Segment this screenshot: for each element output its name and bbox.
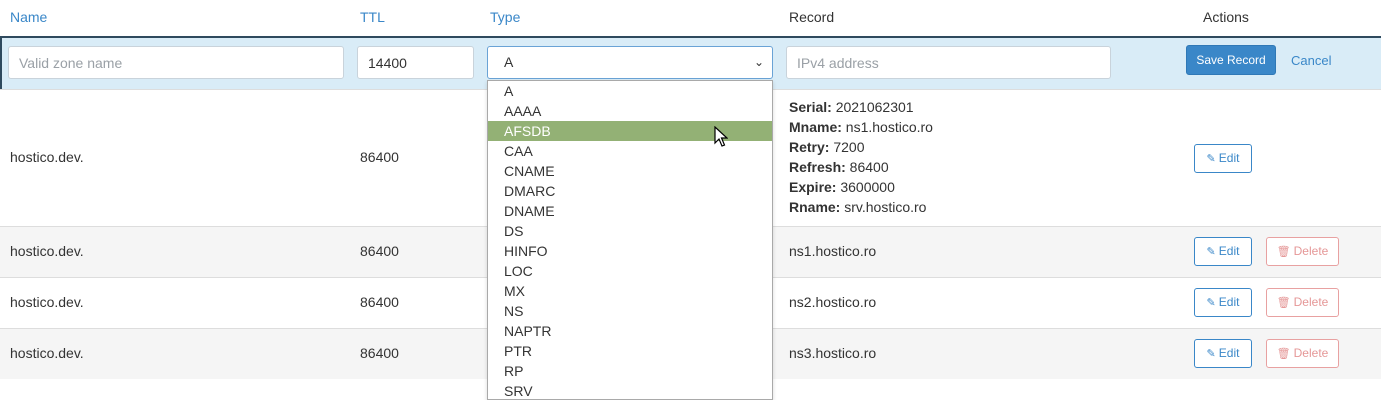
row-record: ns2.hostico.ro <box>789 294 877 310</box>
row-record: ns3.hostico.ro <box>789 345 877 361</box>
ttl-input[interactable] <box>357 46 474 79</box>
delete-button[interactable]: 🗑 Delete <box>1266 339 1339 368</box>
soa-value: 86400 <box>845 159 889 175</box>
soa-record: Serial: 2021062301 Mname: ns1.hostico.ro… <box>789 97 933 217</box>
trash-icon: 🗑 <box>1276 348 1291 360</box>
soa-value: 2021062301 <box>831 99 914 115</box>
type-select[interactable]: A ⌄ <box>487 46 773 79</box>
soa-label: Retry: <box>789 139 830 155</box>
type-option[interactable]: PTR <box>488 341 772 361</box>
mouse-cursor-icon <box>714 126 728 147</box>
edit-label: Edit <box>1218 244 1240 258</box>
type-option[interactable]: NAPTR <box>488 321 772 341</box>
type-option[interactable]: RP <box>488 361 772 381</box>
row-record: ns1.hostico.ro <box>789 243 877 259</box>
pencil-icon: ✎ <box>1206 297 1216 309</box>
row-ttl: 86400 <box>360 294 399 310</box>
row-name: hostico.dev. <box>10 149 84 165</box>
soa-value: ns1.hostico.ro <box>841 119 933 135</box>
delete-label: Delete <box>1293 244 1329 258</box>
type-select-value: A <box>504 54 514 70</box>
edit-button[interactable]: ✎ Edit <box>1194 237 1252 266</box>
record-input[interactable] <box>786 46 1111 79</box>
type-option[interactable]: HINFO <box>488 241 772 261</box>
edit-button[interactable]: ✎ Edit <box>1194 288 1252 317</box>
row-ttl: 86400 <box>360 345 399 361</box>
trash-icon: 🗑 <box>1276 297 1291 309</box>
pencil-icon: ✎ <box>1206 246 1216 258</box>
edit-label: Edit <box>1218 346 1240 360</box>
save-record-button[interactable]: Save Record <box>1186 45 1276 75</box>
type-option[interactable]: CAA <box>488 141 772 161</box>
pencil-icon: ✎ <box>1206 348 1216 360</box>
row-name: hostico.dev. <box>10 294 84 310</box>
edit-button[interactable]: ✎ Edit <box>1194 339 1252 368</box>
edit-button[interactable]: ✎ Edit <box>1194 144 1252 173</box>
type-option[interactable]: DS <box>488 221 772 241</box>
header-actions: Actions <box>1203 9 1249 25</box>
soa-label: Refresh: <box>789 159 846 175</box>
row-ttl: 86400 <box>360 243 399 259</box>
row-ttl: 86400 <box>360 149 399 165</box>
edit-label: Edit <box>1218 151 1240 165</box>
soa-value: 7200 <box>829 139 865 155</box>
header-record: Record <box>789 9 835 25</box>
header-name[interactable]: Name <box>10 9 47 25</box>
type-option[interactable]: A <box>488 81 772 101</box>
table-header: Name TTL Type Record Actions <box>0 0 1381 36</box>
soa-value: 3600000 <box>836 179 895 195</box>
header-ttl[interactable]: TTL <box>360 9 385 25</box>
header-type[interactable]: Type <box>490 9 520 25</box>
type-option[interactable]: SRV <box>488 381 772 399</box>
pencil-icon: ✎ <box>1206 153 1216 165</box>
type-option[interactable]: DNAME <box>488 201 772 221</box>
type-option[interactable]: CNAME <box>488 161 772 181</box>
type-option[interactable]: LOC <box>488 261 772 281</box>
soa-label: Mname: <box>789 119 842 135</box>
delete-label: Delete <box>1293 295 1329 309</box>
chevron-down-icon: ⌄ <box>753 55 764 69</box>
type-dropdown-list[interactable]: A AAAA AFSDB CAA CNAME DMARC DNAME DS HINFO LOC MX… <box>487 80 773 400</box>
type-option[interactable]: MX <box>488 281 772 301</box>
soa-label: Expire: <box>789 179 837 195</box>
delete-button[interactable]: 🗑 Delete <box>1266 288 1339 317</box>
row-name: hostico.dev. <box>10 345 84 361</box>
row-name: hostico.dev. <box>10 243 84 259</box>
soa-value: srv.hostico.ro <box>840 199 927 215</box>
edit-label: Edit <box>1218 295 1240 309</box>
type-option[interactable]: NS <box>488 301 772 321</box>
delete-button[interactable]: 🗑 Delete <box>1266 237 1339 266</box>
type-option[interactable]: AAAA <box>488 101 772 121</box>
cancel-link[interactable]: Cancel <box>1291 53 1331 68</box>
soa-label: Rname: <box>789 199 841 215</box>
name-input[interactable] <box>8 46 344 79</box>
type-option[interactable]: DMARC <box>488 181 772 201</box>
delete-label: Delete <box>1293 346 1329 360</box>
trash-icon: 🗑 <box>1276 246 1291 258</box>
type-option[interactable]: AFSDB <box>488 121 772 141</box>
soa-label: Serial: <box>789 99 832 115</box>
